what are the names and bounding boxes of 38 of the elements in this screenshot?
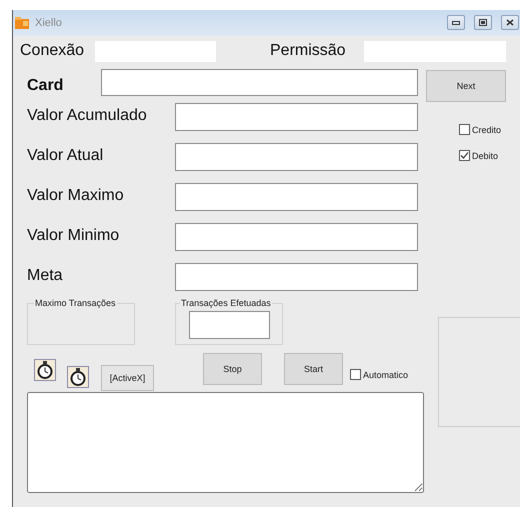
start-button[interactable]: Start bbox=[284, 353, 343, 385]
connection-label: Conexão bbox=[20, 42, 86, 60]
window-title: Xiello bbox=[35, 17, 62, 29]
maximize-icon bbox=[479, 19, 487, 26]
group-title: Maximo Transações bbox=[34, 298, 117, 308]
stopwatch-icon[interactable] bbox=[34, 359, 56, 381]
minimize-icon bbox=[452, 20, 460, 24]
value-field[interactable] bbox=[175, 183, 418, 211]
close-button[interactable] bbox=[501, 15, 519, 30]
value-field[interactable] bbox=[175, 263, 418, 291]
card-field[interactable] bbox=[101, 69, 418, 96]
minimize-button[interactable] bbox=[447, 15, 465, 30]
checkbox[interactable] bbox=[459, 150, 470, 161]
card-label: Card bbox=[27, 77, 64, 95]
close-icon bbox=[506, 19, 514, 26]
stopwatch-icon[interactable] bbox=[67, 366, 89, 388]
value-field[interactable] bbox=[175, 103, 418, 131]
checkbox-label: Automatico bbox=[363, 370, 408, 380]
field-label: Valor Acumulado bbox=[27, 107, 148, 125]
field-label: Meta bbox=[27, 267, 64, 285]
field-label: Valor Maximo bbox=[27, 187, 125, 205]
field-label: Valor Minimo bbox=[27, 227, 120, 245]
maximize-button[interactable] bbox=[474, 15, 492, 30]
log-textarea[interactable] bbox=[27, 392, 424, 493]
value-field[interactable] bbox=[175, 143, 418, 171]
next-button[interactable]: Next bbox=[426, 70, 506, 102]
checkbox[interactable] bbox=[350, 369, 361, 380]
activex-button[interactable]: [ActiveX] bbox=[101, 365, 154, 391]
field-label: Valor Atual bbox=[27, 147, 104, 165]
value-field[interactable] bbox=[175, 223, 418, 251]
group-title: Transações Efetuadas bbox=[180, 298, 272, 308]
checkbox-label: Debito bbox=[472, 150, 498, 160]
transactions-field[interactable] bbox=[189, 311, 270, 339]
app-icon bbox=[15, 17, 29, 29]
checkbox[interactable] bbox=[459, 124, 470, 135]
permission-label: Permissão bbox=[270, 42, 347, 60]
stop-button[interactable]: Stop bbox=[203, 353, 262, 385]
checkbox-label: Credito bbox=[472, 124, 502, 134]
